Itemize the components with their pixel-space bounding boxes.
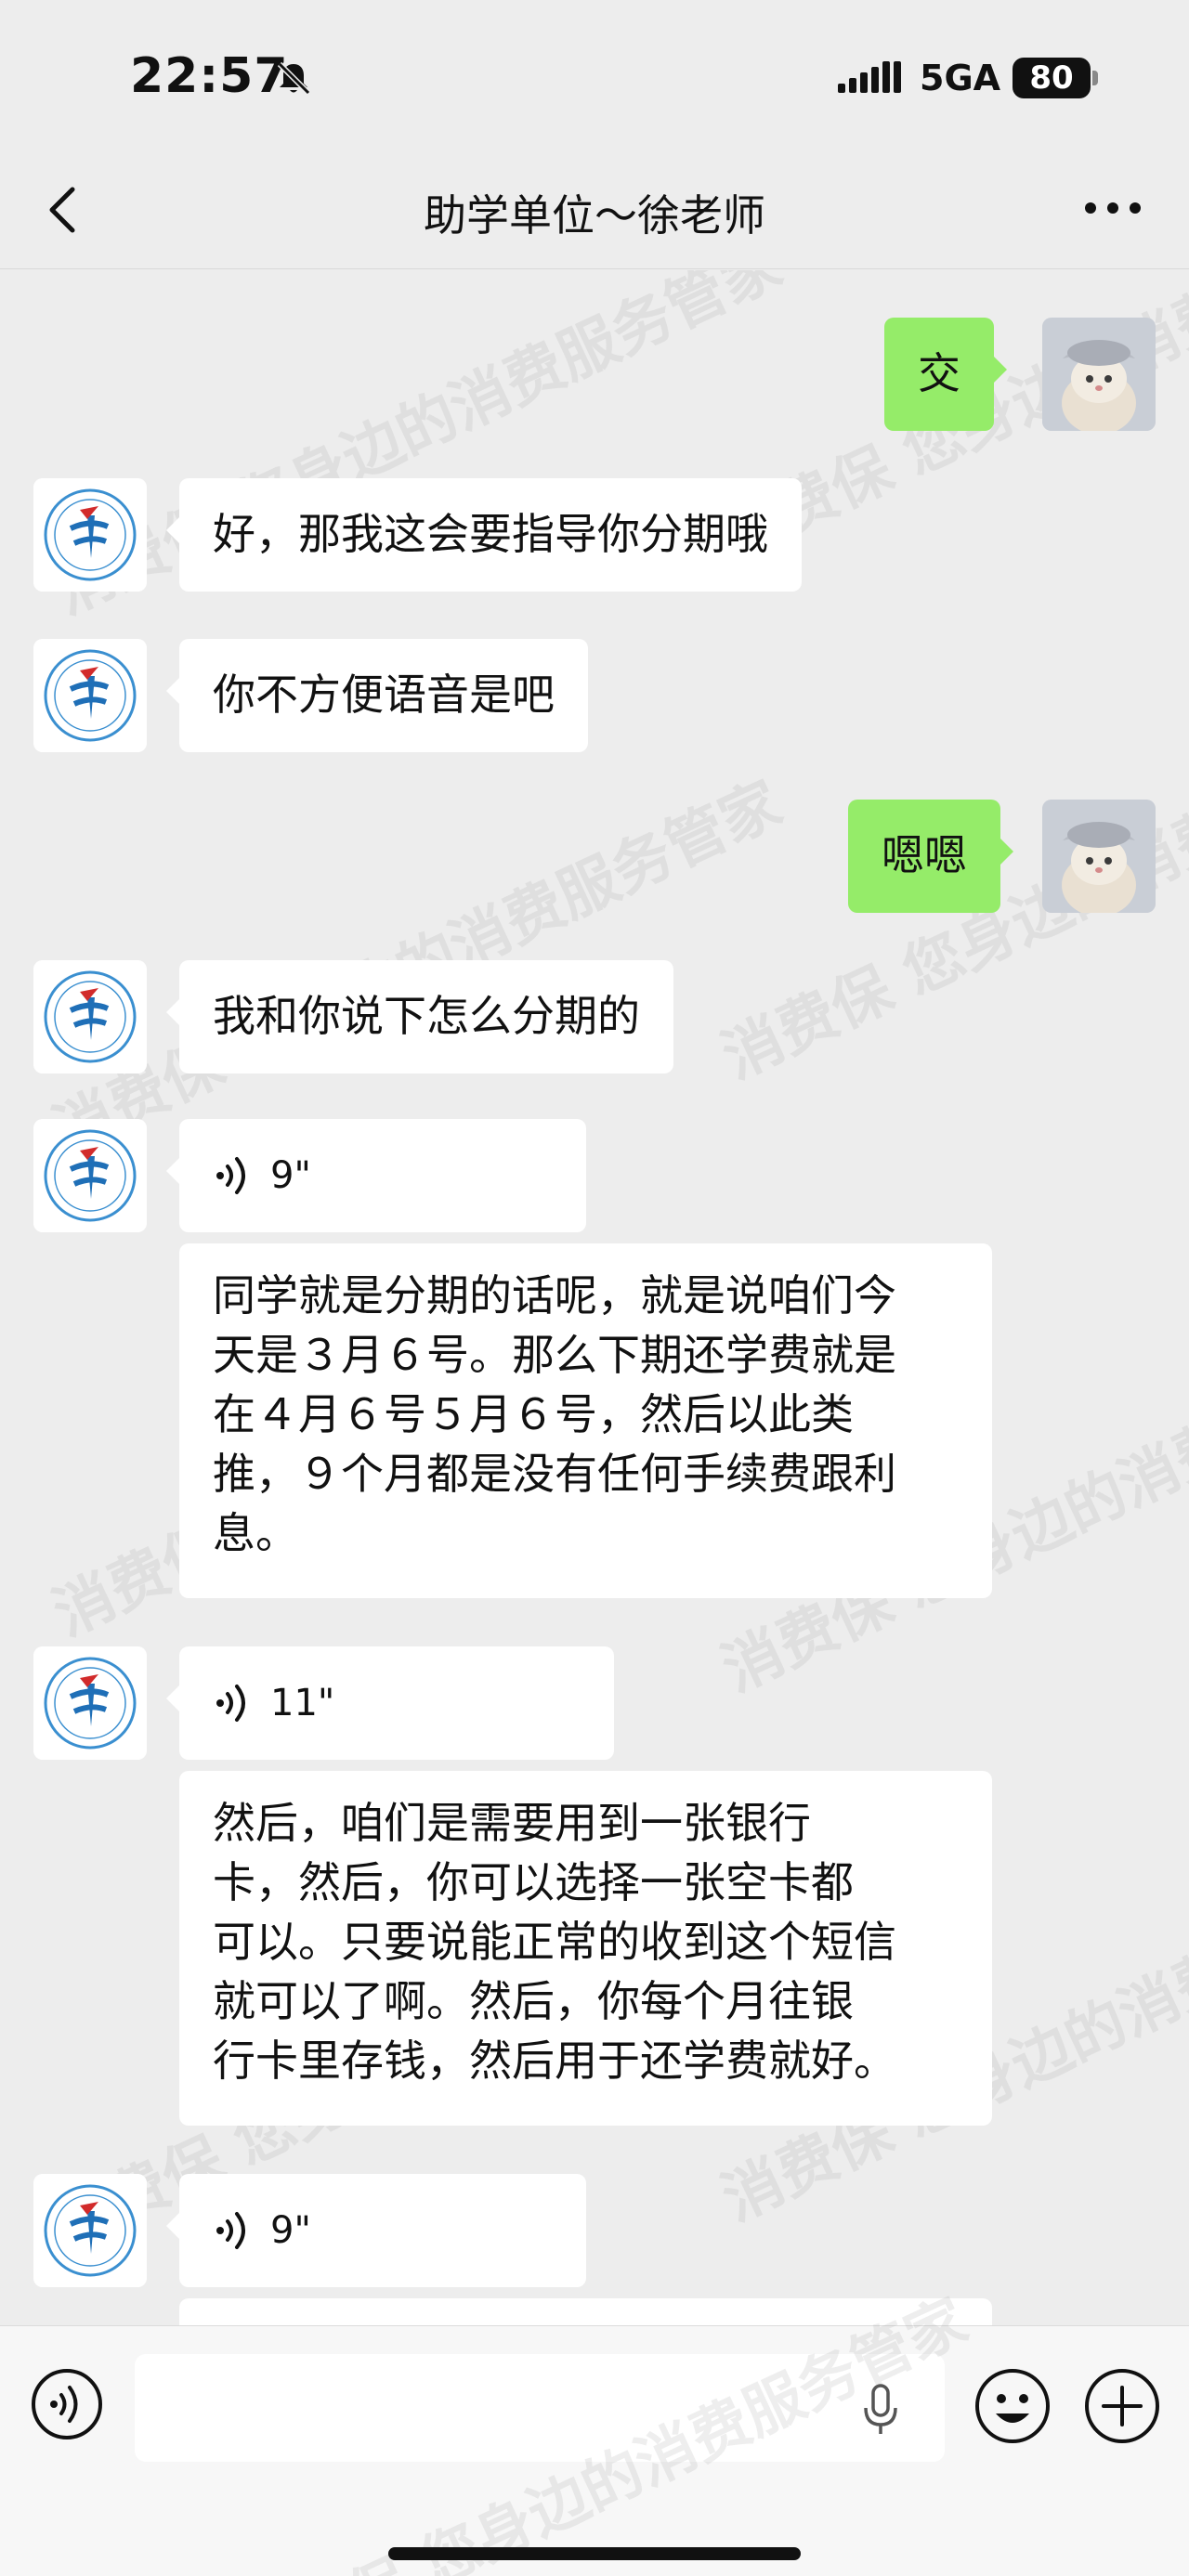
input-bar: 消费保 您身边的消费服务管家 — [0, 2286, 1189, 2576]
school-logo-icon — [33, 1119, 147, 1232]
school-logo-icon — [33, 1646, 147, 1760]
transcript-line: 同学就是分期的话呢，就是说咱们今 — [213, 1270, 896, 1321]
avatar-contact[interactable] — [33, 2174, 147, 2287]
transcript-line: 可以。只要说能正常的收到这个短信 — [213, 1917, 896, 1967]
avatar-contact[interactable] — [33, 639, 147, 752]
chat-title: 助学单位～徐老师 — [424, 190, 765, 241]
avatar-contact[interactable] — [33, 1119, 147, 1232]
avatar-contact[interactable] — [33, 960, 147, 1073]
message-bubble-incoming[interactable]: 好，那我这会要指导你分期哦 — [166, 478, 802, 592]
voice-wave-icon — [216, 1157, 245, 1194]
avatar-contact[interactable] — [33, 1646, 147, 1760]
bell-muted-icon — [277, 61, 311, 96]
message-bubble-outgoing[interactable]: 交 — [884, 318, 1007, 431]
cat-avatar-icon — [1042, 318, 1156, 431]
avatar-self[interactable] — [1042, 318, 1156, 431]
cat-avatar-icon — [1042, 800, 1156, 913]
transcript-line: 就可以了啊。然后，你每个月往银 — [213, 1976, 854, 2026]
avatar-self[interactable] — [1042, 800, 1156, 913]
message-text: 你不方便语音是吧 — [213, 670, 555, 720]
school-logo-icon — [33, 639, 147, 752]
voice-toggle-icon[interactable] — [30, 2367, 104, 2441]
chat-header: 助学单位～徐老师 — [0, 149, 1189, 269]
signal-icon — [838, 61, 901, 93]
message-bubble-outgoing[interactable]: 嗯嗯 — [848, 800, 1013, 913]
more-icon[interactable] — [1082, 193, 1143, 223]
voice-wave-icon — [216, 1685, 245, 1722]
message-text: 嗯嗯 — [882, 830, 967, 880]
message-text: 交 — [918, 348, 960, 398]
transcript-line: 行卡里存钱，然后用于还学费就好。 — [213, 2036, 896, 2086]
transcript-line: 然后，咱们是需要用到一张银行 — [213, 1798, 811, 1848]
battery-tip — [1092, 71, 1098, 85]
school-logo-icon — [33, 2174, 147, 2287]
microphone-icon[interactable] — [862, 2384, 899, 2436]
message-input[interactable] — [135, 2354, 945, 2462]
school-logo-icon — [33, 960, 147, 1073]
message-text: 我和你说下怎么分期的 — [213, 991, 640, 1041]
status-time: 22:57 — [130, 48, 289, 104]
transcript-line: 息。 — [213, 1508, 298, 1558]
voice-wave-icon — [216, 2212, 245, 2249]
transcript-line: 卡，然后，你可以选择一张空卡都 — [213, 1857, 854, 1907]
voice-message[interactable]: 9" — [166, 1119, 586, 1232]
voice-duration: 9" — [270, 2209, 311, 2252]
home-indicator — [388, 2547, 801, 2560]
voice-message[interactable]: 11" — [166, 1646, 614, 1760]
status-bar: 22:57 5GA 80 — [0, 0, 1189, 149]
voice-duration: 11" — [270, 1682, 335, 1724]
message-text: 好，那我这会要指导你分期哦 — [213, 509, 768, 559]
transcript-line: 推，９个月都是没有任何手续费跟利 — [213, 1449, 896, 1499]
network-type: 5GA — [920, 58, 1001, 98]
school-logo-icon — [33, 478, 147, 592]
plus-icon[interactable] — [1083, 2367, 1161, 2445]
battery-indicator: 80 — [1013, 58, 1091, 98]
avatar-contact[interactable] — [33, 478, 147, 592]
transcript-line: 在４月６号５月６号，然后以此类 — [213, 1389, 854, 1439]
voice-transcript[interactable]: 然后，咱们是需要用到一张银行 卡，然后，你可以选择一张空卡都 可以。只要说能正常… — [179, 1771, 992, 2126]
voice-duration: 9" — [270, 1154, 311, 1197]
voice-transcript-partial[interactable] — [179, 2298, 992, 2325]
message-bubble-incoming[interactable]: 你不方便语音是吧 — [166, 639, 588, 752]
voice-message[interactable]: 9" — [166, 2174, 586, 2287]
message-list[interactable]: 消费保 您身边的消费服务管家 消费保 您身边的消费服务管家 消费保 您身边的消费… — [0, 270, 1189, 2325]
transcript-line: 天是３月６号。那么下期还学费就是 — [213, 1330, 896, 1380]
message-bubble-incoming[interactable]: 我和你说下怎么分期的 — [166, 960, 673, 1073]
voice-transcript[interactable]: 同学就是分期的话呢，就是说咱们今 天是３月６号。那么下期还学费就是 在４月６号５… — [179, 1243, 992, 1598]
emoji-icon[interactable] — [973, 2367, 1052, 2445]
